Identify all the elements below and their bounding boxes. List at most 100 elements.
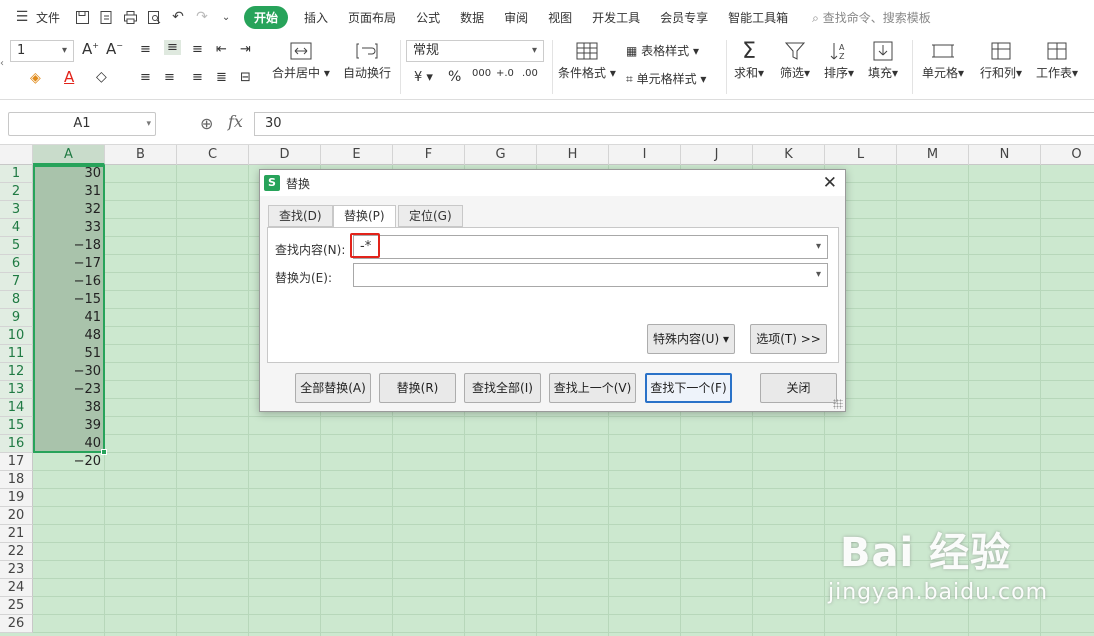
column-header-h[interactable]: H bbox=[537, 145, 609, 165]
align-top-icon[interactable]: ≡ bbox=[140, 42, 151, 57]
row-header[interactable]: 6 bbox=[0, 255, 33, 273]
increase-font-icon[interactable]: A+ bbox=[82, 40, 99, 58]
decrease-font-icon[interactable]: A− bbox=[106, 40, 123, 58]
worksheet-button[interactable]: 工作表▾ bbox=[1036, 38, 1078, 81]
filter-button[interactable]: 筛选▾ bbox=[780, 38, 810, 81]
undo-icon[interactable]: ↶ bbox=[168, 7, 188, 27]
row-header[interactable]: 23 bbox=[0, 561, 33, 579]
find-previous-button[interactable]: 查找上一个(V) bbox=[549, 373, 636, 403]
cell-a2[interactable]: 31 bbox=[33, 183, 105, 201]
close-button[interactable]: 关闭 bbox=[760, 373, 837, 403]
row-header[interactable]: 22 bbox=[0, 543, 33, 561]
tab-formulas[interactable]: 公式 bbox=[408, 9, 448, 26]
column-header-b[interactable]: B bbox=[105, 145, 177, 165]
ribbon-scroll-left-icon[interactable]: ‹ bbox=[0, 58, 4, 69]
select-all-corner[interactable] bbox=[0, 145, 33, 165]
name-box[interactable]: A1 ▾ bbox=[8, 112, 156, 136]
table-style-button[interactable]: ▦ 表格样式 ▾ bbox=[626, 42, 699, 59]
sort-button[interactable]: AZ 排序▾ bbox=[824, 38, 854, 81]
tab-data[interactable]: 数据 bbox=[452, 9, 492, 26]
increase-decimal-icon[interactable]: +.0 bbox=[496, 68, 514, 79]
chevron-down-icon[interactable]: ▾ bbox=[816, 264, 821, 286]
row-header[interactable]: 11 bbox=[0, 345, 33, 363]
row-header[interactable]: 3 bbox=[0, 201, 33, 219]
merge-center-button[interactable]: 合并居中 ▾ bbox=[272, 38, 330, 81]
sum-button[interactable]: Σ 求和▾ bbox=[734, 38, 764, 81]
column-header-l[interactable]: L bbox=[825, 145, 897, 165]
cell-a17[interactable]: −20 bbox=[33, 453, 105, 471]
export-pdf-icon[interactable] bbox=[96, 7, 116, 27]
row-header[interactable]: 26 bbox=[0, 615, 33, 633]
cell-a1[interactable]: 30 bbox=[33, 165, 105, 183]
column-header-f[interactable]: F bbox=[393, 145, 465, 165]
hamburger-menu-icon[interactable]: ☰ bbox=[12, 7, 32, 27]
row-header[interactable]: 13 bbox=[0, 381, 33, 399]
row-header[interactable]: 18 bbox=[0, 471, 33, 489]
tab-replace[interactable]: 替换(P) bbox=[333, 205, 396, 228]
column-header-o[interactable]: O bbox=[1041, 145, 1094, 165]
cell-a10[interactable]: 48 bbox=[33, 327, 105, 345]
cell-button[interactable]: 单元格▾ bbox=[922, 38, 964, 81]
chevron-down-icon[interactable]: ▾ bbox=[816, 236, 821, 258]
align-bottom-icon[interactable]: ≡ bbox=[192, 42, 203, 57]
resize-grip-icon[interactable] bbox=[833, 399, 843, 409]
cell-a8[interactable]: −15 bbox=[33, 291, 105, 309]
tab-member[interactable]: 会员专享 bbox=[652, 9, 716, 26]
tab-home[interactable]: 开始 bbox=[244, 5, 289, 29]
row-header[interactable]: 1 bbox=[0, 165, 33, 183]
row-header[interactable]: 10 bbox=[0, 327, 33, 345]
tab-page-layout[interactable]: 页面布局 bbox=[340, 9, 404, 26]
file-menu[interactable]: 文件 bbox=[36, 9, 68, 26]
column-header-m[interactable]: M bbox=[897, 145, 969, 165]
row-header[interactable]: 5 bbox=[0, 237, 33, 255]
row-header[interactable]: 24 bbox=[0, 579, 33, 597]
replace-button[interactable]: 替换(R) bbox=[379, 373, 456, 403]
number-format-select[interactable]: 常规 ▾ bbox=[406, 40, 544, 62]
print-preview-icon[interactable] bbox=[144, 7, 164, 27]
cell-a3[interactable]: 32 bbox=[33, 201, 105, 219]
tab-goto[interactable]: 定位(G) bbox=[398, 205, 463, 227]
cell-a15[interactable]: 39 bbox=[33, 417, 105, 435]
fill-color-icon[interactable]: ◈ bbox=[30, 70, 41, 86]
justify-icon[interactable]: ≣ bbox=[216, 70, 227, 85]
currency-format-icon[interactable]: ¥ ▾ bbox=[414, 70, 433, 85]
row-header[interactable]: 7 bbox=[0, 273, 33, 291]
tab-insert[interactable]: 插入 bbox=[296, 9, 336, 26]
align-left-icon[interactable]: ≡ bbox=[140, 70, 151, 85]
tab-view[interactable]: 视图 bbox=[540, 9, 580, 26]
dialog-title-bar[interactable]: S 替换 ✕ bbox=[260, 170, 845, 196]
column-header-a[interactable]: A bbox=[33, 145, 105, 165]
column-header-e[interactable]: E bbox=[321, 145, 393, 165]
row-header[interactable]: 12 bbox=[0, 363, 33, 381]
replace-all-button[interactable]: 全部替换(A) bbox=[295, 373, 371, 403]
cell-a5[interactable]: −18 bbox=[33, 237, 105, 255]
percent-format-icon[interactable]: % bbox=[448, 69, 461, 85]
redo-icon[interactable]: ↷ bbox=[192, 7, 212, 27]
row-header[interactable]: 19 bbox=[0, 489, 33, 507]
row-header[interactable]: 21 bbox=[0, 525, 33, 543]
align-center-icon[interactable]: ≡ bbox=[164, 70, 175, 85]
tab-review[interactable]: 审阅 bbox=[496, 9, 536, 26]
column-header-n[interactable]: N bbox=[969, 145, 1041, 165]
options-button[interactable]: 选项(T) >> bbox=[750, 324, 827, 354]
align-right-icon[interactable]: ≡ bbox=[192, 70, 203, 85]
command-search[interactable]: ⌕ 查找命令、搜索模板 bbox=[812, 9, 931, 26]
column-header-d[interactable]: D bbox=[249, 145, 321, 165]
tab-smart-tools[interactable]: 智能工具箱 bbox=[720, 9, 796, 26]
cell-a13[interactable]: −23 bbox=[33, 381, 105, 399]
cell-a7[interactable]: −16 bbox=[33, 273, 105, 291]
row-header[interactable]: 8 bbox=[0, 291, 33, 309]
align-middle-icon[interactable]: ≡ bbox=[164, 40, 181, 55]
cell-a12[interactable]: −30 bbox=[33, 363, 105, 381]
print-icon[interactable] bbox=[120, 7, 140, 27]
formula-input[interactable]: 30 bbox=[254, 112, 1094, 136]
column-header-c[interactable]: C bbox=[177, 145, 249, 165]
find-input[interactable]: -* ▾ bbox=[353, 235, 828, 259]
cell-a11[interactable]: 51 bbox=[33, 345, 105, 363]
row-col-button[interactable]: 行和列▾ bbox=[980, 38, 1022, 81]
indent-increase-icon[interactable]: ⇥ bbox=[240, 42, 251, 57]
decrease-decimal-icon[interactable]: .00 bbox=[522, 68, 538, 79]
row-header[interactable]: 14 bbox=[0, 399, 33, 417]
cell-style-button[interactable]: ⌗ 单元格样式 ▾ bbox=[626, 70, 706, 87]
quick-access-dropdown-icon[interactable]: ⌄ bbox=[216, 7, 236, 27]
